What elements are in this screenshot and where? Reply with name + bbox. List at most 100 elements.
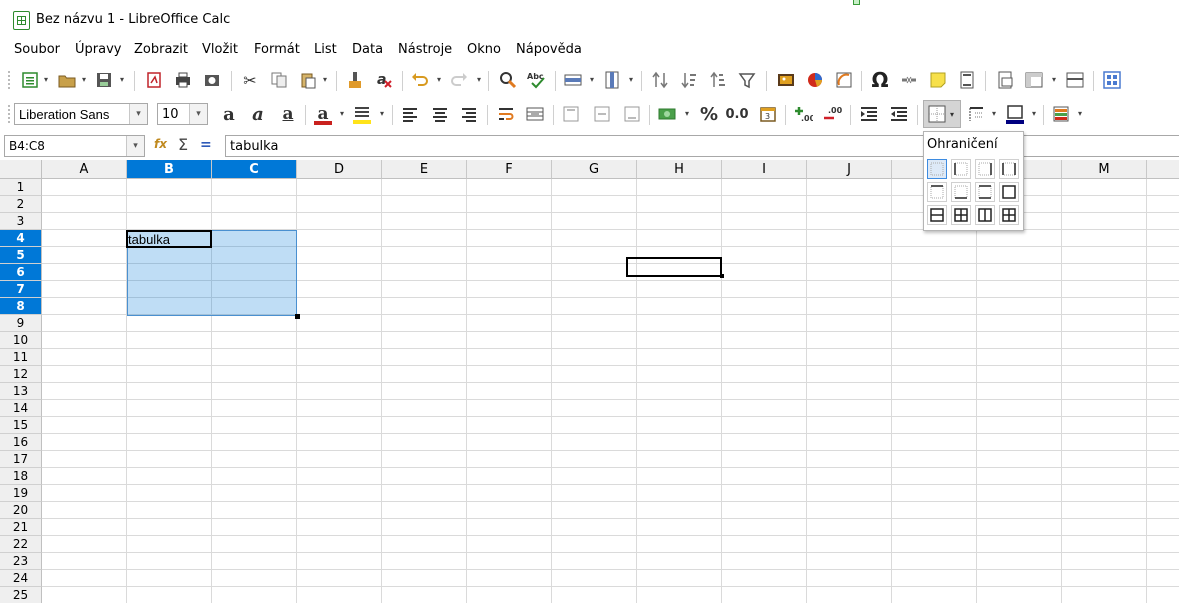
chevron-down-icon[interactable]: ▾ — [82, 75, 86, 84]
row-header-12[interactable]: 12 — [0, 366, 42, 383]
chevron-down-icon[interactable]: ▾ — [1078, 109, 1082, 118]
autofill-handle[interactable] — [720, 274, 724, 278]
row-header-5[interactable]: 5 — [0, 247, 42, 264]
row-header-15[interactable]: 15 — [0, 417, 42, 434]
chevron-down-icon[interactable]: ▾ — [189, 104, 207, 124]
row-header-24[interactable]: 24 — [0, 570, 42, 587]
chevron-down-icon[interactable]: ▾ — [1032, 109, 1036, 118]
row-header-4[interactable]: 4 — [0, 230, 42, 247]
row-header-17[interactable]: 17 — [0, 451, 42, 468]
row-header-7[interactable]: 7 — [0, 281, 42, 298]
header-footer-icon[interactable] — [955, 68, 979, 92]
align-bottom-icon[interactable] — [620, 102, 644, 126]
chevron-down-icon[interactable]: ▾ — [950, 110, 954, 119]
align-center-icon[interactable] — [428, 102, 452, 126]
spellcheck-icon[interactable]: Abc — [525, 68, 549, 92]
row-header-1[interactable]: 1 — [0, 179, 42, 196]
column-header-d[interactable]: D — [297, 160, 382, 179]
clear-format-icon[interactable]: a — [372, 68, 396, 92]
underline-icon[interactable]: a — [276, 102, 300, 126]
vertical-inner-border-icon[interactable] — [975, 205, 995, 225]
decrease-indent-icon[interactable] — [887, 102, 911, 126]
export-pdf-icon[interactable] — [142, 68, 166, 92]
chevron-down-icon[interactable]: ▾ — [1052, 75, 1056, 84]
cell-b4[interactable]: tabulka — [128, 232, 170, 247]
row-header-21[interactable]: 21 — [0, 519, 42, 536]
autofilter-icon[interactable] — [735, 68, 759, 92]
align-top-icon[interactable] — [559, 102, 583, 126]
autofill-handle[interactable] — [295, 314, 300, 319]
font-color-icon[interactable]: a — [311, 102, 335, 126]
column-header-f[interactable]: F — [467, 160, 552, 179]
menu-zobrazit[interactable]: Zobrazit — [134, 42, 188, 57]
clone-format-icon[interactable] — [343, 68, 367, 92]
outer-border-icon[interactable] — [999, 182, 1019, 202]
column-header-a[interactable]: A — [42, 160, 127, 179]
menu-okno[interactable]: Okno — [467, 42, 501, 57]
row-header-14[interactable]: 14 — [0, 400, 42, 417]
conditional-format-icon[interactable] — [1049, 102, 1073, 126]
align-right-icon[interactable] — [457, 102, 481, 126]
open-icon[interactable] — [55, 68, 79, 92]
menu-napoveda[interactable]: Nápověda — [516, 42, 582, 57]
row-header-2[interactable]: 2 — [0, 196, 42, 213]
hyperlink-icon[interactable] — [897, 68, 921, 92]
menu-vlozit[interactable]: Vložit — [202, 42, 238, 57]
redo-icon[interactable] — [447, 68, 471, 92]
merge-center-icon[interactable] — [523, 102, 547, 126]
row-header-9[interactable]: 9 — [0, 315, 42, 332]
chevron-down-icon[interactable]: ▾ — [437, 75, 441, 84]
border-color-icon[interactable] — [1003, 102, 1027, 126]
bottom-border-icon[interactable] — [951, 182, 971, 202]
sort-icon[interactable] — [648, 68, 672, 92]
toolbar-grip[interactable] — [8, 105, 10, 125]
row-header-18[interactable]: 18 — [0, 468, 42, 485]
show-draw-functions-icon[interactable] — [1100, 68, 1124, 92]
chevron-down-icon[interactable]: ▾ — [477, 75, 481, 84]
menu-list[interactable]: List — [314, 42, 337, 57]
print-icon[interactable] — [171, 68, 195, 92]
column-header-h[interactable]: H — [637, 160, 722, 179]
top-border-icon[interactable] — [927, 182, 947, 202]
chevron-down-icon[interactable]: ▾ — [992, 109, 996, 118]
row-header-6[interactable]: 6 — [0, 264, 42, 281]
chevron-down-icon[interactable]: ▾ — [340, 109, 344, 118]
column-header-g[interactable]: G — [552, 160, 637, 179]
all-borders-icon[interactable] — [999, 205, 1019, 225]
currency-icon[interactable] — [655, 102, 679, 126]
name-box[interactable]: B4:C8 ▾ — [4, 135, 145, 157]
split-window-icon[interactable] — [1063, 68, 1087, 92]
row-header-13[interactable]: 13 — [0, 383, 42, 400]
chevron-down-icon[interactable]: ▾ — [129, 104, 147, 124]
image-icon[interactable] — [774, 68, 798, 92]
italic-icon[interactable]: a — [246, 102, 270, 126]
row-header-23[interactable]: 23 — [0, 553, 42, 570]
print-preview-icon[interactable] — [200, 68, 224, 92]
row-header-20[interactable]: 20 — [0, 502, 42, 519]
percent-icon[interactable]: % — [697, 102, 721, 126]
column-header-m[interactable]: M — [1062, 160, 1147, 179]
freeze-rows-icon[interactable] — [1022, 68, 1046, 92]
row-header-25[interactable]: 25 — [0, 587, 42, 603]
find-replace-icon[interactable] — [496, 68, 520, 92]
formula-input[interactable]: tabulka — [225, 135, 1179, 157]
increase-indent-icon[interactable] — [857, 102, 881, 126]
align-vcenter-icon[interactable] — [590, 102, 614, 126]
cell-outline-h6[interactable] — [626, 257, 722, 277]
row-header-22[interactable]: 22 — [0, 536, 42, 553]
top-bottom-border-icon[interactable] — [975, 182, 995, 202]
borders-icon[interactable]: ▾ — [923, 100, 961, 128]
row-header-19[interactable]: 19 — [0, 485, 42, 502]
chart-icon[interactable] — [803, 68, 827, 92]
number-format-icon[interactable]: 0.0 — [725, 102, 749, 126]
select-all-corner[interactable] — [0, 160, 42, 179]
left-border-icon[interactable] — [951, 159, 971, 179]
font-size-combobox[interactable]: 10 ▾ — [157, 103, 208, 125]
paste-icon[interactable] — [296, 68, 320, 92]
sort-descending-icon[interactable] — [706, 68, 730, 92]
define-print-area-icon[interactable] — [993, 68, 1017, 92]
chevron-down-icon[interactable]: ▾ — [323, 75, 327, 84]
date-format-icon[interactable]: 3 — [756, 102, 780, 126]
column-icon[interactable] — [600, 68, 624, 92]
cut-icon[interactable]: ✂ — [238, 68, 262, 92]
